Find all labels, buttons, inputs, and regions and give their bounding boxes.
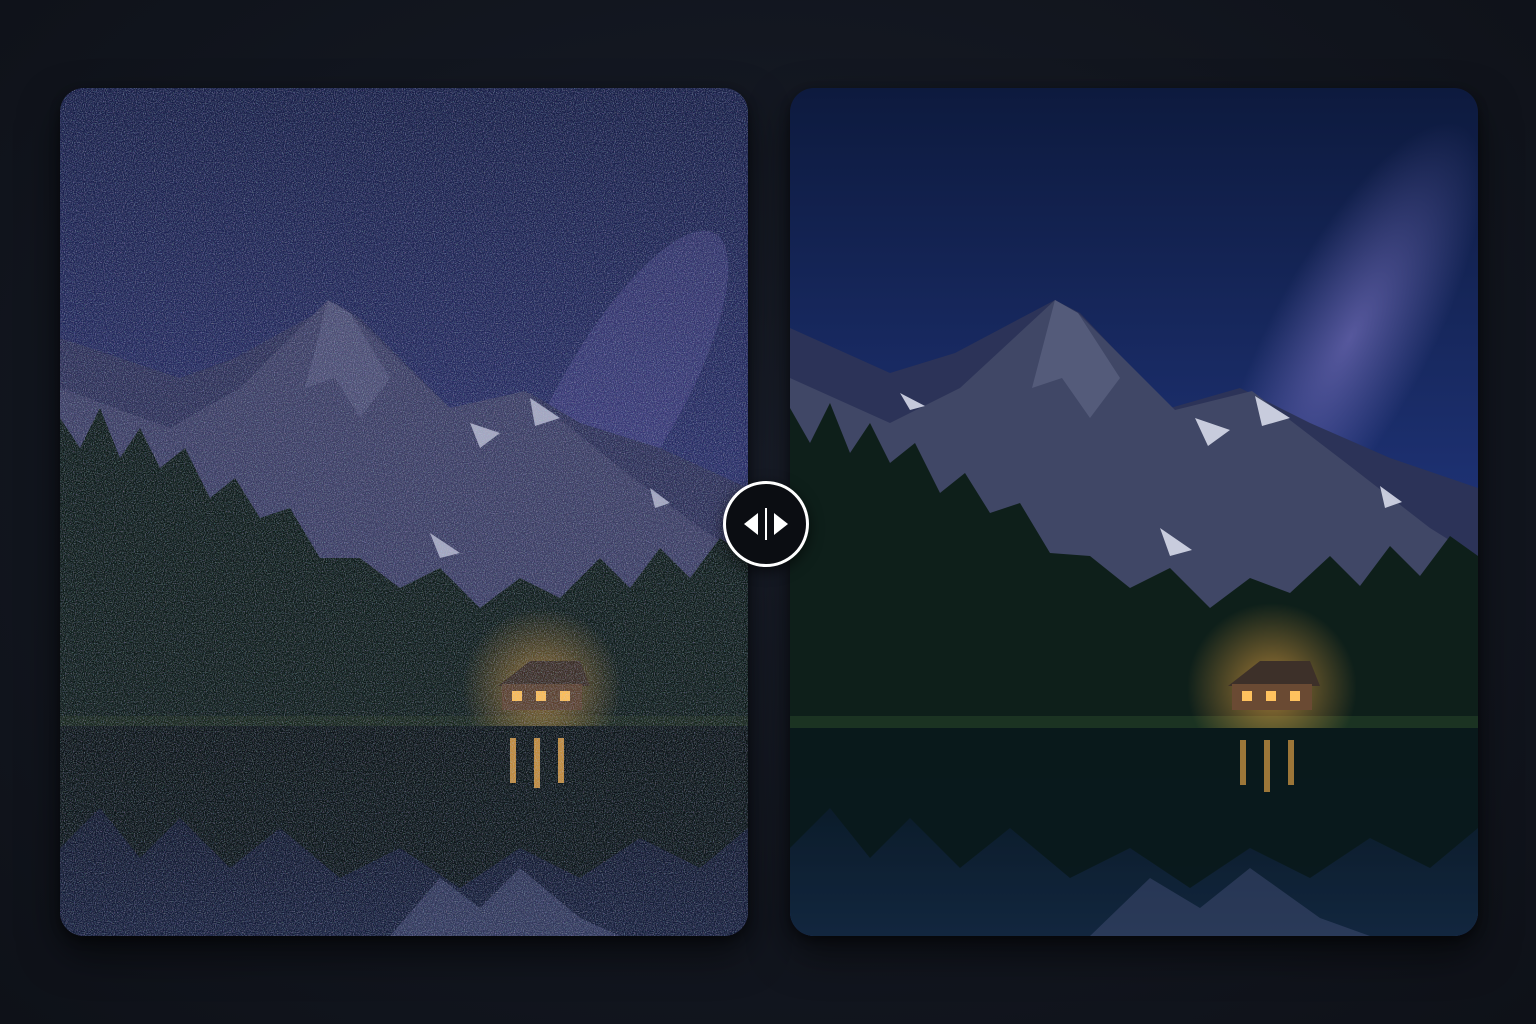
- compare-slider-handle[interactable]: [723, 481, 809, 567]
- comparison-stage: [0, 0, 1536, 1024]
- before-image: [60, 88, 748, 936]
- after-image: [790, 88, 1478, 936]
- after-image-panel: [790, 88, 1478, 936]
- split-compare-icon: [744, 508, 788, 540]
- before-image-panel: [60, 88, 748, 936]
